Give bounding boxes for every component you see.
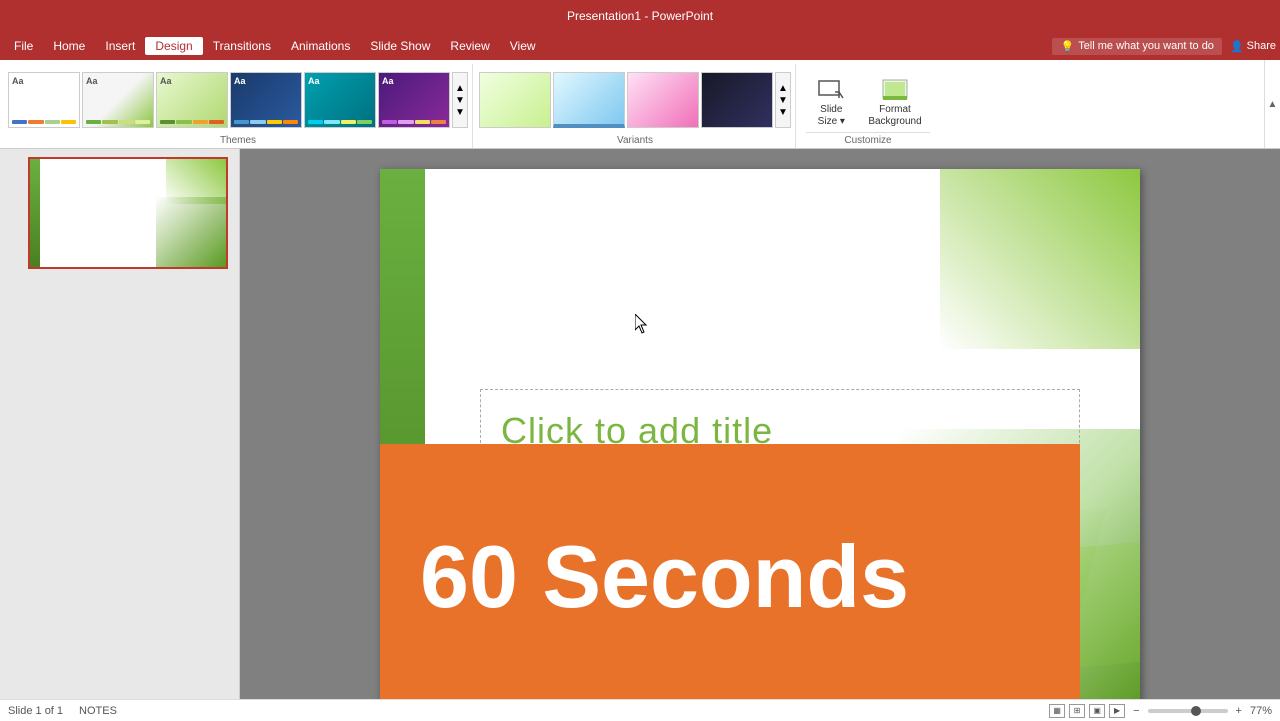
format-background-icon xyxy=(879,76,911,104)
theme-item-3[interactable]: Aa xyxy=(156,72,228,128)
normal-view-icon[interactable]: ▦ xyxy=(1049,704,1065,718)
title-bar-title: Presentation1 - PowerPoint xyxy=(8,9,1272,23)
menu-review[interactable]: Review xyxy=(440,37,499,55)
share-icon: 👤 xyxy=(1230,40,1244,53)
menu-slideshow[interactable]: Slide Show xyxy=(360,37,440,55)
search-placeholder: Tell me what you want to do xyxy=(1078,40,1214,52)
main-area: 1 xyxy=(0,149,1280,699)
view-icons: ▦ ⊞ ▣ ▶ xyxy=(1049,704,1125,718)
menu-insert[interactable]: Insert xyxy=(95,37,145,55)
slideshow-view-icon[interactable]: ▶ xyxy=(1109,704,1125,718)
share-button[interactable]: 👤 Share xyxy=(1230,40,1276,53)
variants-scroll-button[interactable]: ▲ ▼ ▼ xyxy=(775,72,791,128)
orange-overlay: 60 Seconds xyxy=(380,444,1080,699)
variant-item-4[interactable] xyxy=(701,72,773,128)
customize-buttons: SlideSize ▾ FormatBackground xyxy=(806,68,929,132)
zoom-plus[interactable]: + xyxy=(1236,705,1242,717)
theme-label-1: Aa xyxy=(12,76,24,86)
thumb-green-left xyxy=(30,159,40,267)
thumb-green-bottom xyxy=(156,197,226,267)
menu-animations[interactable]: Animations xyxy=(281,37,360,55)
menu-home[interactable]: Home xyxy=(43,37,95,55)
themes-row: Aa Aa xyxy=(8,72,468,128)
format-background-button[interactable]: FormatBackground xyxy=(860,72,929,132)
notes-button[interactable]: NOTES xyxy=(79,705,117,717)
variants-label: Variants xyxy=(617,135,653,148)
zoom-thumb xyxy=(1191,706,1201,716)
slide-size-icon xyxy=(815,76,847,104)
sixty-seconds-text: 60 Seconds xyxy=(420,533,909,621)
chevron-up-icon: ▲ xyxy=(1268,99,1278,110)
canvas-green-shape1 xyxy=(940,169,1140,349)
reading-view-icon[interactable]: ▣ xyxy=(1089,704,1105,718)
menu-view[interactable]: View xyxy=(500,37,546,55)
theme-label-5: Aa xyxy=(308,76,320,86)
theme-label-3: Aa xyxy=(160,76,172,86)
variant-item-1[interactable] xyxy=(479,72,551,128)
zoom-slider[interactable] xyxy=(1148,709,1228,713)
status-right: ▦ ⊞ ▣ ▶ − + 77% xyxy=(1049,704,1272,718)
slide-sorter-icon[interactable]: ⊞ xyxy=(1069,704,1085,718)
menu-design[interactable]: Design xyxy=(145,37,202,55)
slide-canvas[interactable]: Click to add title subtitle 60 Seconds xyxy=(380,169,1140,699)
themes-section: Aa Aa xyxy=(4,64,473,148)
theme-item-5[interactable]: Aa xyxy=(304,72,376,128)
title-bar: Presentation1 - PowerPoint xyxy=(0,0,1280,32)
search-bar[interactable]: 💡 Tell me what you want to do xyxy=(1052,38,1221,55)
theme-item-1[interactable]: Aa xyxy=(8,72,80,128)
themes-scroll-button[interactable]: ▲ ▼ ▼ xyxy=(452,72,468,128)
menu-file[interactable]: File xyxy=(4,37,43,55)
variants-section: ▲ ▼ ▼ Variants xyxy=(475,64,796,148)
status-bar: Slide 1 of 1 NOTES ▦ ⊞ ▣ ▶ − + 77% xyxy=(0,699,1280,721)
zoom-minus[interactable]: − xyxy=(1133,705,1139,717)
thumbnail-content xyxy=(30,159,226,267)
canvas-area: Click to add title subtitle 60 Seconds xyxy=(240,149,1280,699)
menu-transitions[interactable]: Transitions xyxy=(203,37,281,55)
share-label: Share xyxy=(1247,40,1276,52)
lightbulb-icon: 💡 xyxy=(1060,40,1074,53)
slide-size-label: SlideSize ▾ xyxy=(818,104,845,128)
theme-label-4: Aa xyxy=(234,76,246,86)
ribbon-collapse-button[interactable]: ▲ xyxy=(1264,60,1280,148)
theme-item-4[interactable]: Aa xyxy=(230,72,302,128)
theme-item-6[interactable]: Aa xyxy=(378,72,450,128)
variant-item-2[interactable] xyxy=(553,72,625,128)
slide-size-button[interactable]: SlideSize ▾ xyxy=(806,72,856,132)
zoom-percent[interactable]: 77% xyxy=(1250,705,1272,717)
slide-info: Slide 1 of 1 xyxy=(8,705,63,717)
format-background-label: FormatBackground xyxy=(868,104,921,128)
customize-section: SlideSize ▾ FormatBackground Customize xyxy=(798,64,938,148)
theme-item-2[interactable]: Aa xyxy=(82,72,154,128)
slide-thumbnail[interactable] xyxy=(28,157,228,269)
menu-bar: File Home Insert Design Transitions Anim… xyxy=(0,32,1280,60)
slides-panel: 1 xyxy=(0,149,240,699)
theme-label-6: Aa xyxy=(382,76,394,86)
slide-thumbnail-wrapper: 1 xyxy=(8,157,231,269)
ribbon: Aa Aa xyxy=(0,60,1280,149)
themes-label: Themes xyxy=(220,135,256,148)
variants-row: ▲ ▼ ▼ xyxy=(479,72,791,128)
customize-label: Customize xyxy=(806,132,930,148)
variant-item-3[interactable] xyxy=(627,72,699,128)
theme-label-2: Aa xyxy=(86,76,98,86)
